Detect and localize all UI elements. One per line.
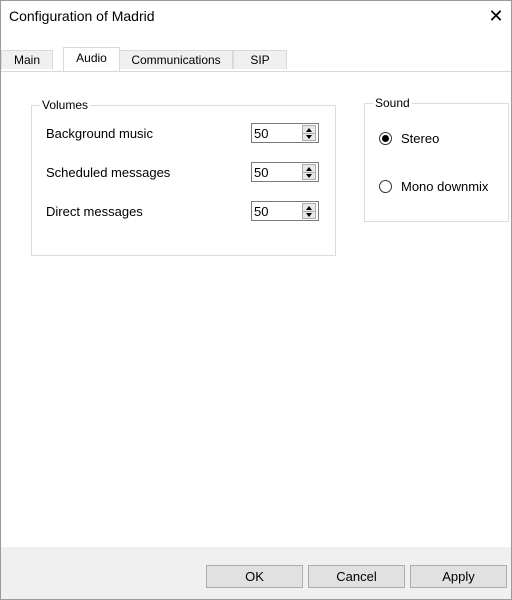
- tab-sip[interactable]: SIP: [233, 50, 287, 69]
- arrow-down-icon[interactable]: [303, 172, 315, 179]
- configuration-dialog: Configuration of Madrid ✕ Main Communica…: [0, 0, 512, 600]
- scheduled-messages-spinner: [251, 162, 319, 182]
- ok-button[interactable]: OK: [206, 565, 303, 588]
- tab-audio[interactable]: Audio: [63, 47, 120, 71]
- background-music-spin-buttons: [302, 125, 316, 141]
- volumes-legend: Volumes: [40, 97, 91, 113]
- direct-messages-label: Direct messages: [46, 204, 143, 219]
- close-icon[interactable]: ✕: [481, 1, 511, 31]
- background-music-label: Background music: [46, 126, 153, 141]
- background-music-spinner: [251, 123, 319, 143]
- scheduled-messages-spin-buttons: [302, 164, 316, 180]
- stereo-label: Stereo: [401, 130, 440, 146]
- tab-strip: Main Communications SIP Audio: [1, 47, 511, 71]
- tab-main[interactable]: Main: [1, 50, 53, 69]
- window-title: Configuration of Madrid: [9, 8, 155, 24]
- cancel-button[interactable]: Cancel: [308, 565, 405, 588]
- audio-tab-panel: Volumes Background music Scheduled messa…: [1, 71, 511, 552]
- direct-messages-input[interactable]: [252, 202, 302, 220]
- sound-legend: Sound: [373, 95, 412, 111]
- stereo-radio-button[interactable]: [379, 131, 392, 145]
- direct-messages-spinner: [251, 201, 319, 221]
- tab-communications[interactable]: Communications: [119, 50, 233, 69]
- scheduled-messages-input[interactable]: [252, 163, 302, 181]
- title-bar[interactable]: Configuration of Madrid ✕: [1, 1, 511, 31]
- radio-selected-dot: [382, 134, 389, 142]
- arrow-down-icon[interactable]: [303, 133, 315, 140]
- dialog-footer: OK Cancel Apply: [1, 547, 511, 599]
- arrow-down-icon[interactable]: [303, 211, 315, 218]
- background-music-input[interactable]: [252, 124, 302, 142]
- sound-group: Sound Stereo Mono downmix: [364, 95, 509, 222]
- volumes-group: Volumes Background music Scheduled messa…: [31, 97, 336, 256]
- direct-messages-spin-buttons: [302, 203, 316, 219]
- mono-downmix-label: Mono downmix: [401, 178, 489, 194]
- apply-button[interactable]: Apply: [410, 565, 507, 588]
- stereo-radio[interactable]: Stereo: [379, 130, 439, 146]
- scheduled-messages-label: Scheduled messages: [46, 165, 171, 180]
- mono-downmix-radio-button[interactable]: [379, 179, 392, 193]
- mono-downmix-radio[interactable]: Mono downmix: [379, 178, 488, 194]
